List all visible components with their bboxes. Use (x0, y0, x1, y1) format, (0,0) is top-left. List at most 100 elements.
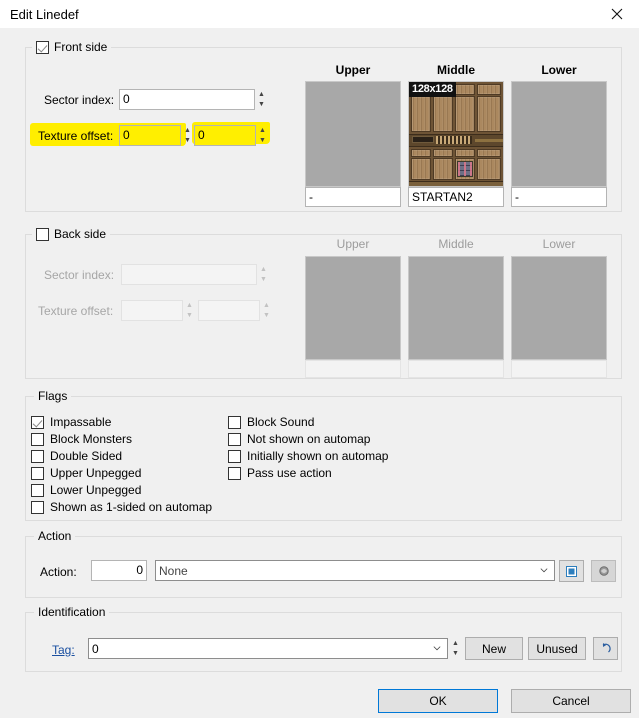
flag-lower-unpegged[interactable]: Lower Unpegged (31, 483, 141, 497)
flag-block-monsters[interactable]: Block Monsters (31, 432, 132, 446)
identification-legend: Identification (34, 605, 110, 619)
flag-lower-unpegged-label: Lower Unpegged (50, 483, 142, 497)
cancel-button[interactable]: Cancel (511, 689, 631, 713)
flag-pass-use-action-checkbox[interactable] (228, 466, 241, 480)
flag-double-sided[interactable]: Double Sided (31, 449, 122, 463)
flag-shown-as-1-sided-on-automap-label: Shown as 1-sided on automap (50, 500, 213, 514)
undo-arrow-icon (602, 643, 611, 653)
flag-initially-shown-on-automap[interactable]: Initially shown on automap (228, 449, 388, 463)
front-upper-texture-name[interactable]: - (305, 187, 401, 207)
back-texture-offset-x-spinner: ▲ ▼ (184, 300, 195, 321)
flag-not-shown-on-automap-checkbox[interactable] (228, 432, 241, 446)
tag-select-value: 0 (92, 642, 99, 656)
flag-upper-unpegged-label: Upper Unpegged (50, 466, 142, 480)
window-title: Edit Linedef (10, 6, 79, 22)
flag-block-sound-checkbox[interactable] (228, 415, 241, 429)
startan2-texture-image: 128x128 (409, 82, 503, 186)
flag-not-shown-on-automap[interactable]: Not shown on automap (228, 432, 370, 446)
flag-double-sided-checkbox[interactable] (31, 449, 44, 463)
back-sector-index-label: Sector index: (44, 268, 115, 282)
tag-link[interactable]: Tag: (52, 643, 75, 657)
flag-impassable[interactable]: Impassable (31, 415, 111, 429)
front-lower-preview[interactable] (511, 81, 607, 187)
back-upper-texture-name (305, 360, 401, 378)
flag-shown-as-1-sided-on-automap-checkbox[interactable] (31, 500, 44, 514)
back-lower-header: Lower (542, 237, 576, 251)
front-texture-offset-y-input[interactable]: 0 (194, 125, 256, 146)
unused-tag-button[interactable]: Unused (528, 637, 586, 660)
spinner-down-icon: ▼ (263, 312, 270, 319)
spinner-up-icon[interactable]: ▲ (452, 640, 459, 647)
back-side-label: Back side (54, 227, 107, 241)
back-texture-offset-x-input (121, 300, 183, 321)
action-number-input[interactable]: 0 (91, 560, 147, 581)
front-upper-preview[interactable] (305, 81, 401, 187)
back-upper-preview (305, 256, 401, 360)
flag-lower-unpegged-checkbox[interactable] (31, 483, 44, 497)
spinner-down-icon: ▼ (186, 312, 193, 319)
spinner-down-icon[interactable]: ▼ (452, 650, 459, 657)
front-texture-offset-y-spinner[interactable]: ▲ ▼ (257, 125, 268, 146)
tag-select[interactable]: 0 (88, 638, 448, 659)
chevron-down-icon[interactable] (540, 566, 548, 574)
flag-block-sound[interactable]: Block Sound (228, 415, 314, 429)
reset-tag-button[interactable] (593, 637, 618, 660)
front-side-checkbox[interactable] (36, 40, 49, 54)
front-sector-index-spinner[interactable]: ▲ ▼ (256, 89, 267, 110)
flag-block-monsters-label: Block Monsters (50, 432, 133, 446)
new-tag-button[interactable]: New (465, 637, 523, 660)
texture-size-badge: 128x128 (409, 82, 456, 97)
front-middle-header: Middle (437, 63, 475, 77)
spinner-down-icon[interactable]: ▼ (258, 101, 265, 108)
back-texture-offset-y-input (198, 300, 260, 321)
spinner-up-icon[interactable]: ▲ (184, 127, 191, 134)
flag-pass-use-action[interactable]: Pass use action (228, 466, 332, 480)
front-texture-offset-x-input[interactable]: 0 (119, 125, 181, 146)
action-legend: Action (34, 529, 76, 543)
flags-legend: Flags (34, 389, 72, 403)
front-texture-offset-x-spinner[interactable]: ▲ ▼ (182, 125, 193, 146)
front-upper-header: Upper (335, 63, 371, 77)
action-browse-button[interactable] (559, 560, 584, 582)
spinner-up-icon: ▲ (260, 266, 267, 273)
spinner-down-icon[interactable]: ▼ (259, 137, 266, 144)
back-upper-header: Upper (336, 237, 370, 251)
flag-upper-unpegged[interactable]: Upper Unpegged (31, 466, 141, 480)
flag-double-sided-label: Double Sided (50, 449, 123, 463)
front-texture-offset-label: Texture offset: (38, 129, 114, 143)
flag-pass-use-action-label: Pass use action (247, 466, 332, 480)
front-lower-header: Lower (541, 63, 577, 77)
front-middle-preview[interactable]: 128x128 (408, 81, 504, 187)
action-label: Action: (40, 565, 77, 579)
back-texture-offset-label: Texture offset: (38, 304, 114, 318)
back-side-checkbox[interactable] (36, 227, 49, 241)
spinner-up-icon[interactable]: ▲ (259, 127, 266, 134)
spinner-down-icon: ▼ (260, 276, 267, 283)
spinner-up-icon[interactable]: ▲ (258, 91, 265, 98)
window-icon (566, 565, 577, 577)
flag-impassable-checkbox[interactable] (31, 415, 44, 429)
flag-shown-as-1-sided-on-automap[interactable]: Shown as 1-sided on automap (31, 500, 212, 514)
flag-initially-shown-on-automap-label: Initially shown on automap (247, 449, 389, 463)
front-middle-texture-name[interactable]: STARTAN2 (408, 187, 504, 207)
spinner-up-icon: ▲ (186, 302, 193, 309)
action-select[interactable]: None (155, 560, 555, 581)
flag-impassable-label: Impassable (50, 415, 112, 429)
back-lower-preview (511, 256, 607, 360)
tag-spinner[interactable]: ▲ ▼ (450, 638, 461, 659)
front-lower-texture-name[interactable]: - (511, 187, 607, 207)
back-middle-texture-name (408, 360, 504, 378)
back-lower-texture-name (511, 360, 607, 378)
front-sector-index-input[interactable]: 0 (119, 89, 255, 110)
flag-block-monsters-checkbox[interactable] (31, 432, 44, 446)
action-tag-button[interactable] (591, 560, 616, 582)
back-middle-header: Middle (438, 237, 474, 251)
back-side-legend[interactable]: Back side (32, 227, 111, 241)
ok-button[interactable]: OK (378, 689, 498, 713)
chevron-down-icon[interactable] (433, 644, 441, 652)
flag-upper-unpegged-checkbox[interactable] (31, 466, 44, 480)
front-side-legend[interactable]: Front side (32, 40, 112, 54)
spinner-down-icon[interactable]: ▼ (184, 137, 191, 144)
flag-initially-shown-on-automap-checkbox[interactable] (228, 449, 241, 463)
close-icon[interactable] (595, 0, 639, 28)
